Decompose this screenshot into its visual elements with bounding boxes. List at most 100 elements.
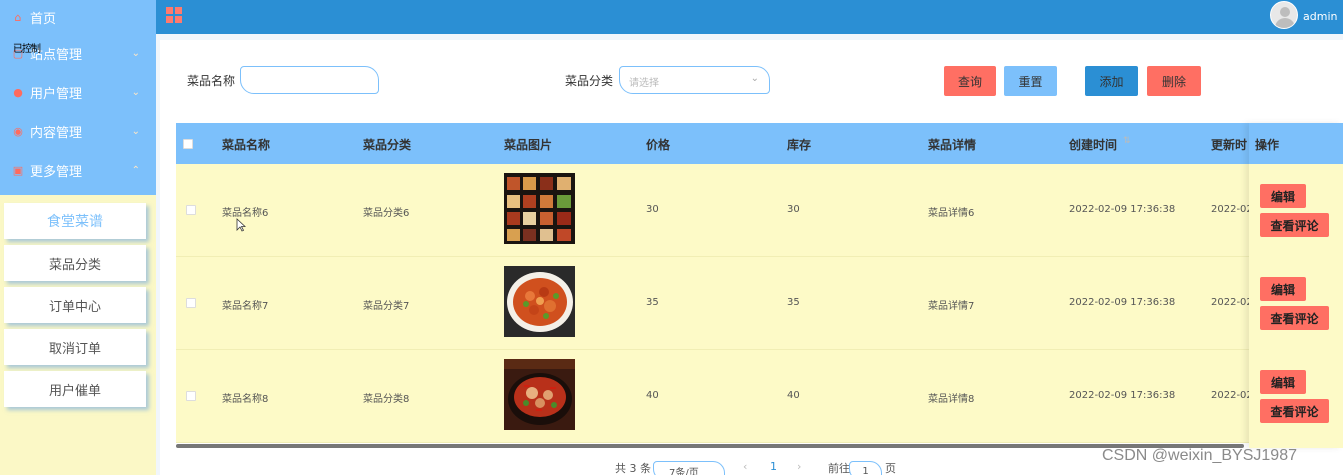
cell-detail: 菜品详情8 <box>928 394 975 405</box>
submenu-item-recipes[interactable]: 食堂菜谱 <box>4 203 146 239</box>
cell-stock: 40 <box>787 390 800 401</box>
cell-name: 菜品名称8 <box>222 394 269 405</box>
next-page-button[interactable]: › <box>797 460 801 473</box>
row-checkbox[interactable] <box>186 391 196 401</box>
ops-header: 操作 <box>1249 123 1343 164</box>
chevron-down-icon: ⌄ <box>131 87 140 98</box>
page-size-select[interactable]: 7条/页 <box>653 461 725 475</box>
category-filter-label: 菜品分类 <box>565 74 614 88</box>
mouse-cursor-icon <box>236 218 246 232</box>
cell-created: 2022-02-09 17:36:38 <box>1069 390 1176 401</box>
cell-name: 菜品名称6 <box>222 208 269 219</box>
category-filter-select[interactable]: 请选择 ⌄ <box>619 66 770 94</box>
col-header-created[interactable]: 创建时间 <box>1069 136 1117 153</box>
dish-table: 菜品名称 菜品分类 菜品图片 价格 库存 菜品详情 创建时间 ⇅ 更新时 菜品名… <box>176 123 1343 448</box>
watermark: CSDN @weixin_BYSJ1987 <box>1102 447 1297 464</box>
cell-stock: 30 <box>787 204 800 215</box>
prev-page-button[interactable]: ‹ <box>743 460 747 473</box>
current-page[interactable]: 1 <box>770 460 777 473</box>
table-header: 菜品名称 菜品分类 菜品图片 价格 库存 菜品详情 创建时间 ⇅ 更新时 <box>176 123 1343 164</box>
col-header-updated[interactable]: 更新时 <box>1211 136 1249 153</box>
view-comments-button[interactable]: 查看评论 <box>1260 213 1329 237</box>
page-size-value: 7条/页 <box>669 467 699 475</box>
goto-label: 前往 <box>828 462 850 475</box>
submenu-item-orders[interactable]: 订单中心 <box>4 287 146 323</box>
top-header: admin <box>156 0 1343 34</box>
content-icon: ◉ <box>13 125 23 138</box>
sidebar-item-more[interactable]: ▣ 更多管理 ⌃ <box>0 151 156 190</box>
col-header-name[interactable]: 菜品名称 <box>222 136 270 153</box>
reset-button[interactable]: 重置 <box>1004 66 1057 96</box>
cell-category: 菜品分类8 <box>363 394 410 405</box>
table-row: 菜品名称7 菜品分类7 35 35 菜品详情7 2022-02-09 17:36… <box>176 257 1343 350</box>
dish-image-chicken[interactable] <box>504 266 575 337</box>
pagination-total: 共 3 条 <box>615 462 651 475</box>
sidebar: ⌂ 首页 ▢ 站点管理 ⌄ ● 用户管理 ⌄ ◉ 内容管理 ⌄ ▣ 更多管理 ⌃… <box>0 0 156 475</box>
submenu-item-urge-orders[interactable]: 用户催单 <box>4 371 146 407</box>
tooltip-text: 已控制 <box>13 44 41 55</box>
cell-price: 30 <box>646 204 659 215</box>
chevron-up-icon: ⌃ <box>131 165 140 176</box>
category-select-placeholder: 请选择 <box>629 78 659 89</box>
table-horizontal-scrollbar[interactable] <box>176 444 1244 448</box>
edit-button[interactable]: 编辑 <box>1260 277 1306 301</box>
sidebar-item-label: 更多管理 <box>30 165 83 180</box>
cell-created: 2022-02-09 17:36:38 <box>1069 297 1176 308</box>
dish-image-spicy-fish[interactable] <box>504 359 575 430</box>
cell-created: 2022-02-09 17:36:38 <box>1069 204 1176 215</box>
cell-detail: 菜品详情7 <box>928 301 975 312</box>
submenu-item-cancel-orders[interactable]: 取消订单 <box>4 329 146 365</box>
cell-category: 菜品分类6 <box>363 208 410 219</box>
sidebar-item-label: 用户管理 <box>30 87 83 102</box>
operations-column: 操作 编辑 查看评论 编辑 查看评论 编辑 查看评论 <box>1249 123 1343 448</box>
home-icon: ⌂ <box>14 10 22 24</box>
sort-icon[interactable]: ⇅ <box>1123 136 1131 146</box>
name-filter-label: 菜品名称 <box>187 74 236 88</box>
cell-name: 菜品名称7 <box>222 301 269 312</box>
chevron-down-icon: ⌄ <box>750 73 759 84</box>
cell-category: 菜品分类7 <box>363 301 410 312</box>
goto-page-value: 1 <box>862 465 869 475</box>
view-comments-button[interactable]: 查看评论 <box>1260 306 1329 330</box>
dish-image-bento[interactable] <box>504 173 575 244</box>
col-header-price[interactable]: 价格 <box>646 136 670 153</box>
sidebar-menu: ⌂ 首页 ▢ 站点管理 ⌄ ● 用户管理 ⌄ ◉ 内容管理 ⌄ ▣ 更多管理 ⌃… <box>0 0 156 195</box>
grid-icon[interactable] <box>166 7 182 23</box>
name-filter-input[interactable] <box>240 66 379 94</box>
chevron-down-icon: ⌄ <box>131 126 140 137</box>
sidebar-item-users[interactable]: ● 用户管理 ⌄ <box>0 73 156 112</box>
user-icon: ● <box>13 86 23 99</box>
row-checkbox[interactable] <box>186 205 196 215</box>
page-suffix: 页 <box>885 462 896 475</box>
sidebar-item-label: 首页 <box>30 11 57 27</box>
cell-price: 35 <box>646 297 659 308</box>
edit-button[interactable]: 编辑 <box>1260 184 1306 208</box>
sidebar-item-content[interactable]: ◉ 内容管理 ⌄ <box>0 112 156 151</box>
select-all-checkbox[interactable] <box>183 139 193 149</box>
col-header-detail[interactable]: 菜品详情 <box>928 136 976 153</box>
edit-button[interactable]: 编辑 <box>1260 370 1306 394</box>
goto-page-input[interactable]: 1 <box>849 461 882 475</box>
col-header-stock[interactable]: 库存 <box>787 136 811 153</box>
avatar[interactable] <box>1270 1 1298 29</box>
sidebar-item-home[interactable]: ⌂ 首页 <box>0 0 156 34</box>
cell-stock: 35 <box>787 297 800 308</box>
submenu-item-categories[interactable]: 菜品分类 <box>4 245 146 281</box>
main-content: 菜品名称 菜品分类 请选择 ⌄ 查询 重置 添加 删除 菜品名称 菜品分类 菜品… <box>160 40 1343 475</box>
more-icon: ▣ <box>12 164 24 177</box>
table-row: 菜品名称6 菜品分类6 30 30 菜品详情6 2022-02-09 17:36… <box>176 164 1343 257</box>
sidebar-submenu: 食堂菜谱 菜品分类 订单中心 取消订单 用户催单 <box>0 195 156 407</box>
row-checkbox[interactable] <box>186 298 196 308</box>
add-button[interactable]: 添加 <box>1085 66 1138 96</box>
cell-price: 40 <box>646 390 659 401</box>
chevron-down-icon: ⌄ <box>131 48 140 59</box>
view-comments-button[interactable]: 查看评论 <box>1260 399 1329 423</box>
table-row: 菜品名称8 菜品分类8 40 40 菜品详情8 2022-02-09 17:36… <box>176 350 1343 443</box>
sidebar-item-label: 内容管理 <box>30 126 83 141</box>
username[interactable]: admin <box>1303 10 1337 23</box>
col-header-category[interactable]: 菜品分类 <box>363 136 411 153</box>
col-header-image[interactable]: 菜品图片 <box>504 136 552 153</box>
query-button[interactable]: 查询 <box>944 66 996 96</box>
cell-detail: 菜品详情6 <box>928 208 975 219</box>
delete-button[interactable]: 删除 <box>1147 66 1201 96</box>
